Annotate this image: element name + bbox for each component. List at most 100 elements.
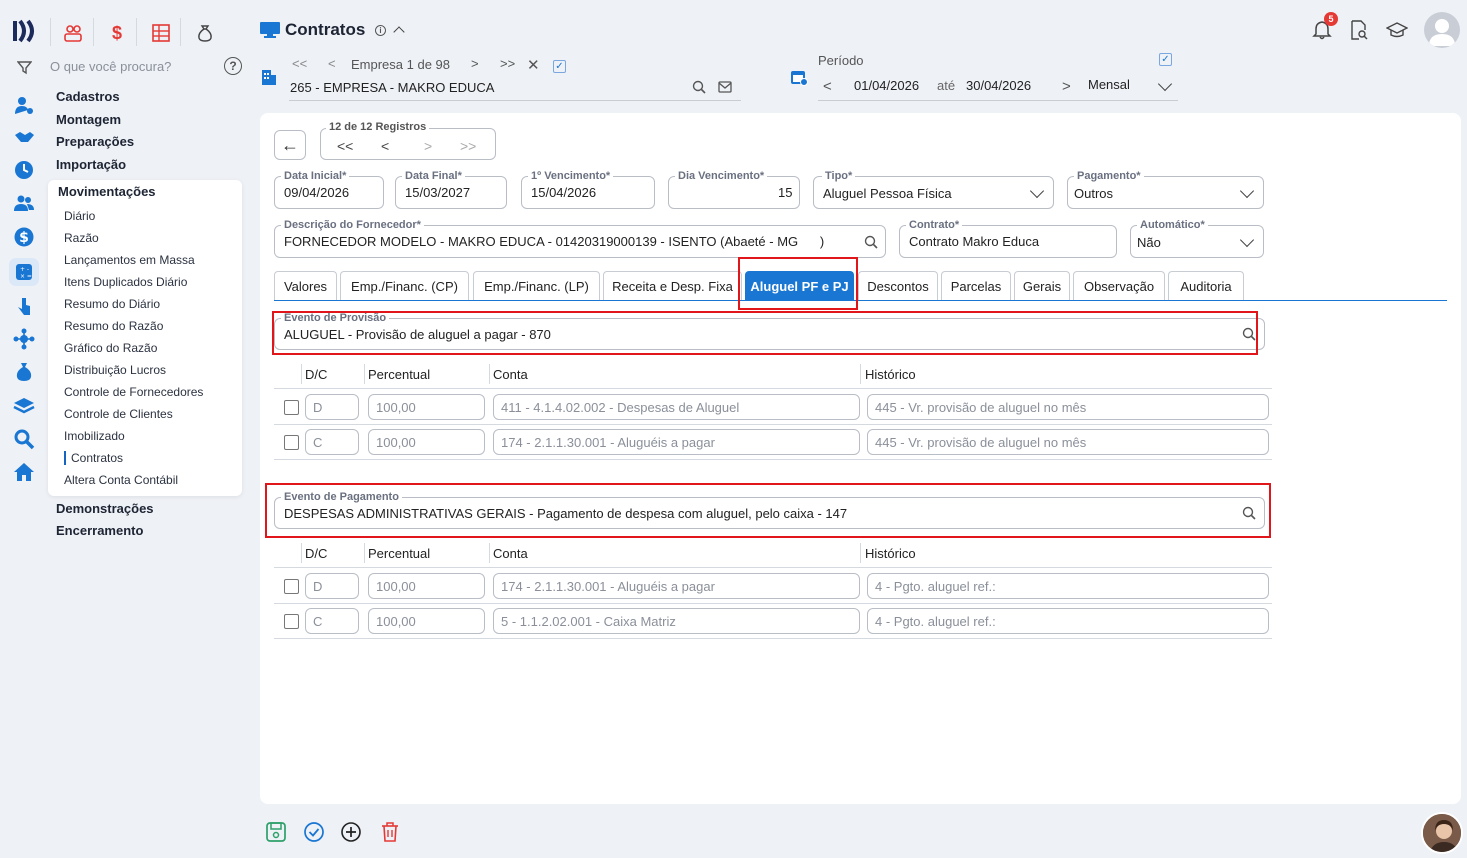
- last-company-button[interactable]: >>: [500, 56, 515, 71]
- help-icon[interactable]: ?: [224, 57, 242, 75]
- money-bag-module-icon[interactable]: [194, 22, 216, 44]
- tab-observacao[interactable]: Observação: [1073, 271, 1165, 300]
- menu-preparacoes[interactable]: Preparações: [56, 134, 134, 149]
- confirm-icon[interactable]: [303, 821, 325, 843]
- submenu-item[interactable]: Controle de Fornecedores: [64, 385, 203, 399]
- back-button[interactable]: ←: [274, 130, 306, 160]
- submenu-item[interactable]: Razão: [64, 231, 99, 245]
- submenu-item[interactable]: Imobilizado: [64, 429, 125, 443]
- menu-importacao[interactable]: Importação: [56, 157, 126, 172]
- submenu-item[interactable]: Distribuição Lucros: [64, 363, 166, 377]
- app-logo[interactable]: [12, 18, 38, 44]
- periodicity-select[interactable]: Mensal: [1088, 77, 1130, 92]
- last-record-button[interactable]: >>: [460, 138, 476, 154]
- menu-encerramento[interactable]: Encerramento: [56, 523, 143, 538]
- submenu-item-contratos[interactable]: Contratos: [71, 451, 123, 465]
- trash-icon[interactable]: [379, 821, 401, 843]
- tab-parcelas[interactable]: Parcelas: [941, 271, 1011, 300]
- next-period-button[interactable]: >: [1062, 78, 1071, 95]
- layers-icon[interactable]: [12, 394, 36, 418]
- dollar-circle-icon[interactable]: $: [12, 225, 36, 249]
- percent-field[interactable]: 100,00: [368, 429, 485, 455]
- tab-auditoria[interactable]: Auditoria: [1168, 271, 1244, 300]
- menu-demonstracoes[interactable]: Demonstrações: [56, 501, 154, 516]
- graduation-cap-icon[interactable]: [1386, 21, 1408, 39]
- row-checkbox[interactable]: [284, 614, 299, 629]
- chevron-down-icon[interactable]: [1157, 76, 1173, 92]
- calculator-icon[interactable]: + - × =: [9, 258, 39, 286]
- first-record-button[interactable]: <<: [337, 138, 353, 154]
- row-checkbox[interactable]: [284, 400, 299, 415]
- percent-field[interactable]: 100,00: [368, 573, 485, 599]
- company-checkbox[interactable]: ✓: [553, 60, 566, 73]
- tab-gerais[interactable]: Gerais: [1014, 271, 1070, 300]
- save-icon[interactable]: [265, 821, 287, 843]
- chevron-up-icon[interactable]: [393, 26, 405, 38]
- tab-descontos[interactable]: Descontos: [858, 271, 938, 300]
- prev-record-button[interactable]: <: [381, 138, 389, 154]
- info-icon[interactable]: i: [375, 25, 386, 36]
- users-gear-icon[interactable]: [12, 93, 36, 117]
- next-record-button[interactable]: >: [424, 138, 432, 154]
- menu-montagem[interactable]: Montagem: [56, 112, 121, 127]
- next-company-button[interactable]: >: [471, 56, 479, 71]
- prev-company-button[interactable]: <: [328, 56, 336, 71]
- start-date[interactable]: 01/04/2026: [854, 78, 919, 93]
- handshake-icon[interactable]: [12, 125, 36, 149]
- account-field[interactable]: 411 - 4.1.4.02.002 - Despesas de Aluguel: [493, 394, 860, 420]
- dollar-module-icon[interactable]: $: [106, 22, 128, 44]
- percent-field[interactable]: 100,00: [368, 394, 485, 420]
- first-company-button[interactable]: <<: [292, 56, 307, 71]
- submenu-item[interactable]: Resumo do Diário: [64, 297, 160, 311]
- close-icon[interactable]: ✕: [527, 56, 540, 74]
- spreadsheet-module-icon[interactable]: [150, 22, 172, 44]
- submenu-item[interactable]: Lançamentos em Massa: [64, 253, 195, 267]
- account-field[interactable]: 5 - 1.1.2.02.001 - Caixa Matriz: [493, 608, 860, 634]
- filter-icon[interactable]: [17, 60, 32, 75]
- period-checkbox[interactable]: ✓: [1159, 53, 1172, 66]
- menu-cadastros[interactable]: Cadastros: [56, 89, 120, 104]
- document-search-icon[interactable]: [1350, 20, 1368, 40]
- add-icon[interactable]: [340, 821, 362, 843]
- tab-receita-desp-fixa[interactable]: Receita e Desp. Fixa: [603, 271, 742, 300]
- dc-field[interactable]: D: [305, 394, 359, 420]
- mail-icon[interactable]: [718, 81, 732, 93]
- submenu-item[interactable]: Gráfico do Razão: [64, 341, 157, 355]
- submenu-item[interactable]: Itens Duplicados Diário: [64, 275, 187, 289]
- people-icon[interactable]: [12, 191, 36, 215]
- support-avatar[interactable]: [1421, 812, 1463, 854]
- dc-field[interactable]: D: [305, 573, 359, 599]
- dc-field[interactable]: C: [305, 429, 359, 455]
- magnifier-icon[interactable]: [12, 427, 36, 451]
- tab-valores[interactable]: Valores: [274, 271, 337, 300]
- company-name[interactable]: 265 - EMPRESA - MAKRO EDUCA: [290, 80, 494, 95]
- search-icon[interactable]: [692, 80, 706, 94]
- end-date[interactable]: 30/04/2026: [966, 78, 1031, 93]
- submenu-item[interactable]: Resumo do Razão: [64, 319, 163, 333]
- percent-hand-icon[interactable]: [12, 294, 36, 318]
- history-field[interactable]: 445 - Vr. provisão de aluguel no mês: [867, 429, 1269, 455]
- clock-icon[interactable]: [12, 158, 36, 182]
- row-checkbox[interactable]: [284, 435, 299, 450]
- submenu-item[interactable]: Diário: [64, 209, 95, 223]
- row-checkbox[interactable]: [284, 579, 299, 594]
- history-field[interactable]: 4 - Pgto. aluguel ref.:: [867, 608, 1269, 634]
- search-input[interactable]: O que você procura?: [50, 59, 171, 74]
- submenu-item[interactable]: Controle de Clientes: [64, 407, 173, 421]
- menu-movimentacoes[interactable]: Movimentações: [58, 184, 156, 199]
- tab-emp-financ-cp[interactable]: Emp./Financ. (CP): [340, 271, 469, 300]
- avatar[interactable]: [1424, 12, 1460, 48]
- history-field[interactable]: 445 - Vr. provisão de aluguel no mês: [867, 394, 1269, 420]
- history-field[interactable]: 4 - Pgto. aluguel ref.:: [867, 573, 1269, 599]
- account-field[interactable]: 174 - 2.1.1.30.001 - Aluguéis a pagar: [493, 573, 860, 599]
- home-icon[interactable]: [12, 460, 36, 484]
- network-icon[interactable]: [12, 327, 36, 351]
- tab-emp-financ-lp[interactable]: Emp./Financ. (LP): [473, 271, 600, 300]
- money-bag-icon[interactable]: [12, 360, 36, 384]
- search-icon[interactable]: [864, 235, 878, 249]
- submenu-item[interactable]: Altera Conta Contábil: [64, 473, 178, 487]
- prev-period-button[interactable]: <: [823, 78, 832, 95]
- dc-field[interactable]: C: [305, 608, 359, 634]
- account-field[interactable]: 174 - 2.1.1.30.001 - Aluguéis a pagar: [493, 429, 860, 455]
- users-module-icon[interactable]: [62, 22, 84, 44]
